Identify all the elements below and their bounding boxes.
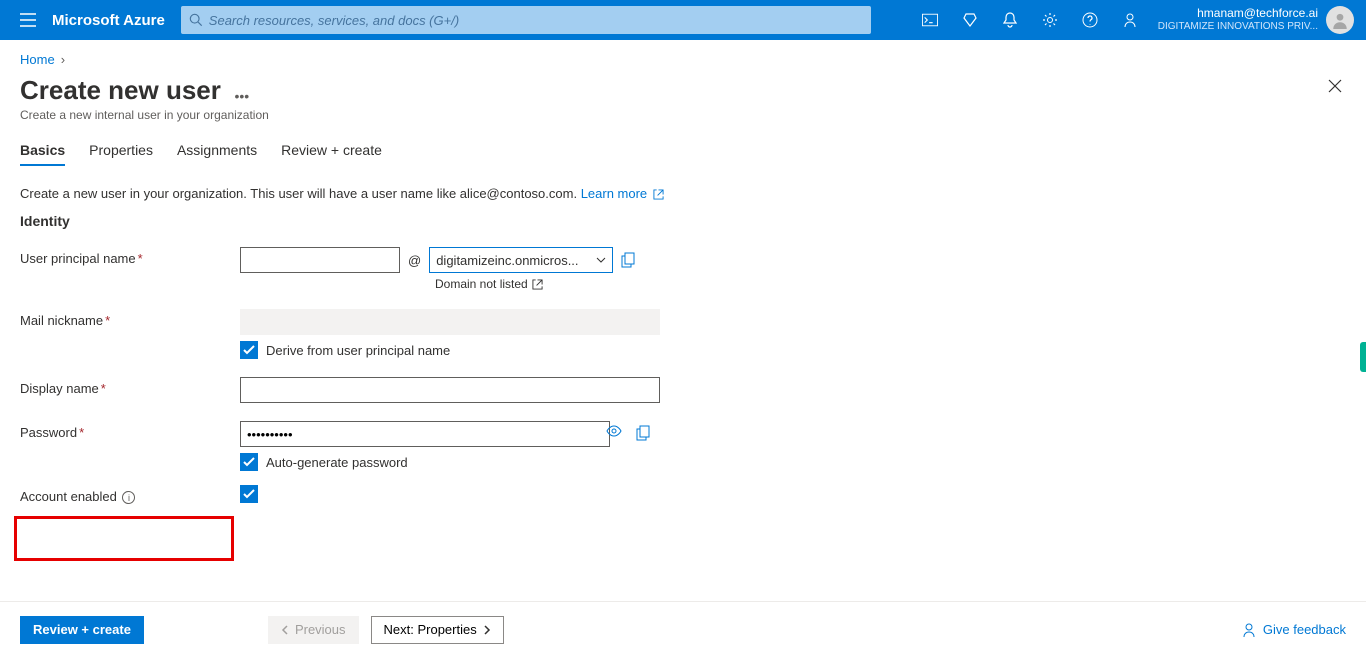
review-create-button[interactable]: Review + create xyxy=(20,616,144,644)
copilot-icon[interactable] xyxy=(950,0,990,40)
tab-properties[interactable]: Properties xyxy=(89,142,153,166)
next-button[interactable]: Next: Properties xyxy=(371,616,504,644)
search-input[interactable] xyxy=(203,13,863,28)
account-org: DIGITAMIZE INNOVATIONS PRIV... xyxy=(1158,20,1318,33)
avatar-icon xyxy=(1326,6,1354,34)
top-bar: Microsoft Azure hmanam@techforce.ai DIGI… xyxy=(0,0,1366,40)
annotation-highlight xyxy=(14,516,234,561)
input-upn[interactable] xyxy=(240,247,400,273)
footer-bar: Review + create Previous Next: Propertie… xyxy=(0,601,1366,657)
reveal-password-icon[interactable] xyxy=(606,425,622,437)
select-domain[interactable]: digitamizeinc.onmicros... xyxy=(429,247,613,273)
top-icon-group: hmanam@techforce.ai DIGITAMIZE INNOVATIO… xyxy=(910,0,1358,40)
label-derive-nickname: Derive from user principal name xyxy=(266,343,450,358)
chevron-right-icon: › xyxy=(61,52,65,67)
tab-assignments[interactable]: Assignments xyxy=(177,142,257,166)
search-icon xyxy=(189,13,203,27)
domain-not-listed-link[interactable]: Domain not listed xyxy=(435,277,528,291)
input-display-name[interactable] xyxy=(240,377,660,403)
chevron-down-icon xyxy=(596,257,606,263)
input-mail-nickname xyxy=(240,309,660,335)
tab-basics[interactable]: Basics xyxy=(20,142,65,166)
section-identity: Identity xyxy=(20,213,1346,229)
brand-label[interactable]: Microsoft Azure xyxy=(48,12,181,29)
page-subtitle: Create a new internal user in your organ… xyxy=(20,108,269,122)
side-feedback-tab[interactable] xyxy=(1360,342,1366,372)
help-icon[interactable] xyxy=(1070,0,1110,40)
account-menu[interactable]: hmanam@techforce.ai DIGITAMIZE INNOVATIO… xyxy=(1150,6,1358,34)
copy-password-icon[interactable] xyxy=(636,425,660,441)
notifications-icon[interactable] xyxy=(990,0,1030,40)
label-display-name: Display name* xyxy=(20,377,240,396)
more-actions-icon[interactable]: ••• xyxy=(235,88,250,104)
input-password[interactable] xyxy=(240,421,610,447)
label-auto-password: Auto-generate password xyxy=(266,455,408,470)
label-password: Password* xyxy=(20,421,240,440)
label-mail-nickname: Mail nickname* xyxy=(20,309,240,328)
checkbox-account-enabled[interactable] xyxy=(240,485,258,503)
learn-more-link[interactable]: Learn more xyxy=(581,186,664,201)
give-feedback-link[interactable]: Give feedback xyxy=(1241,622,1346,638)
hamburger-icon[interactable] xyxy=(8,0,48,40)
tab-review-create[interactable]: Review + create xyxy=(281,142,382,166)
breadcrumb-home[interactable]: Home xyxy=(20,52,55,67)
previous-button: Previous xyxy=(268,616,359,644)
feedback-icon[interactable] xyxy=(1110,0,1150,40)
cloud-shell-icon[interactable] xyxy=(910,0,950,40)
page-title: Create new user xyxy=(20,75,221,106)
account-email: hmanam@techforce.ai xyxy=(1158,7,1318,20)
checkbox-derive-nickname[interactable] xyxy=(240,341,258,359)
close-icon[interactable] xyxy=(1324,75,1346,97)
label-upn: User principal name* xyxy=(20,247,240,266)
settings-icon[interactable] xyxy=(1030,0,1070,40)
copy-upn-icon[interactable] xyxy=(621,252,645,268)
checkbox-auto-password[interactable] xyxy=(240,453,258,471)
search-box[interactable] xyxy=(181,6,871,34)
page-description: Create a new user in your organization. … xyxy=(20,186,1346,201)
info-icon[interactable]: i xyxy=(122,491,135,504)
tab-bar: Basics Properties Assignments Review + c… xyxy=(20,142,1346,166)
at-symbol: @ xyxy=(408,253,421,268)
breadcrumb: Home › xyxy=(20,52,1346,67)
label-account-enabled: Account enabled i xyxy=(20,485,240,504)
